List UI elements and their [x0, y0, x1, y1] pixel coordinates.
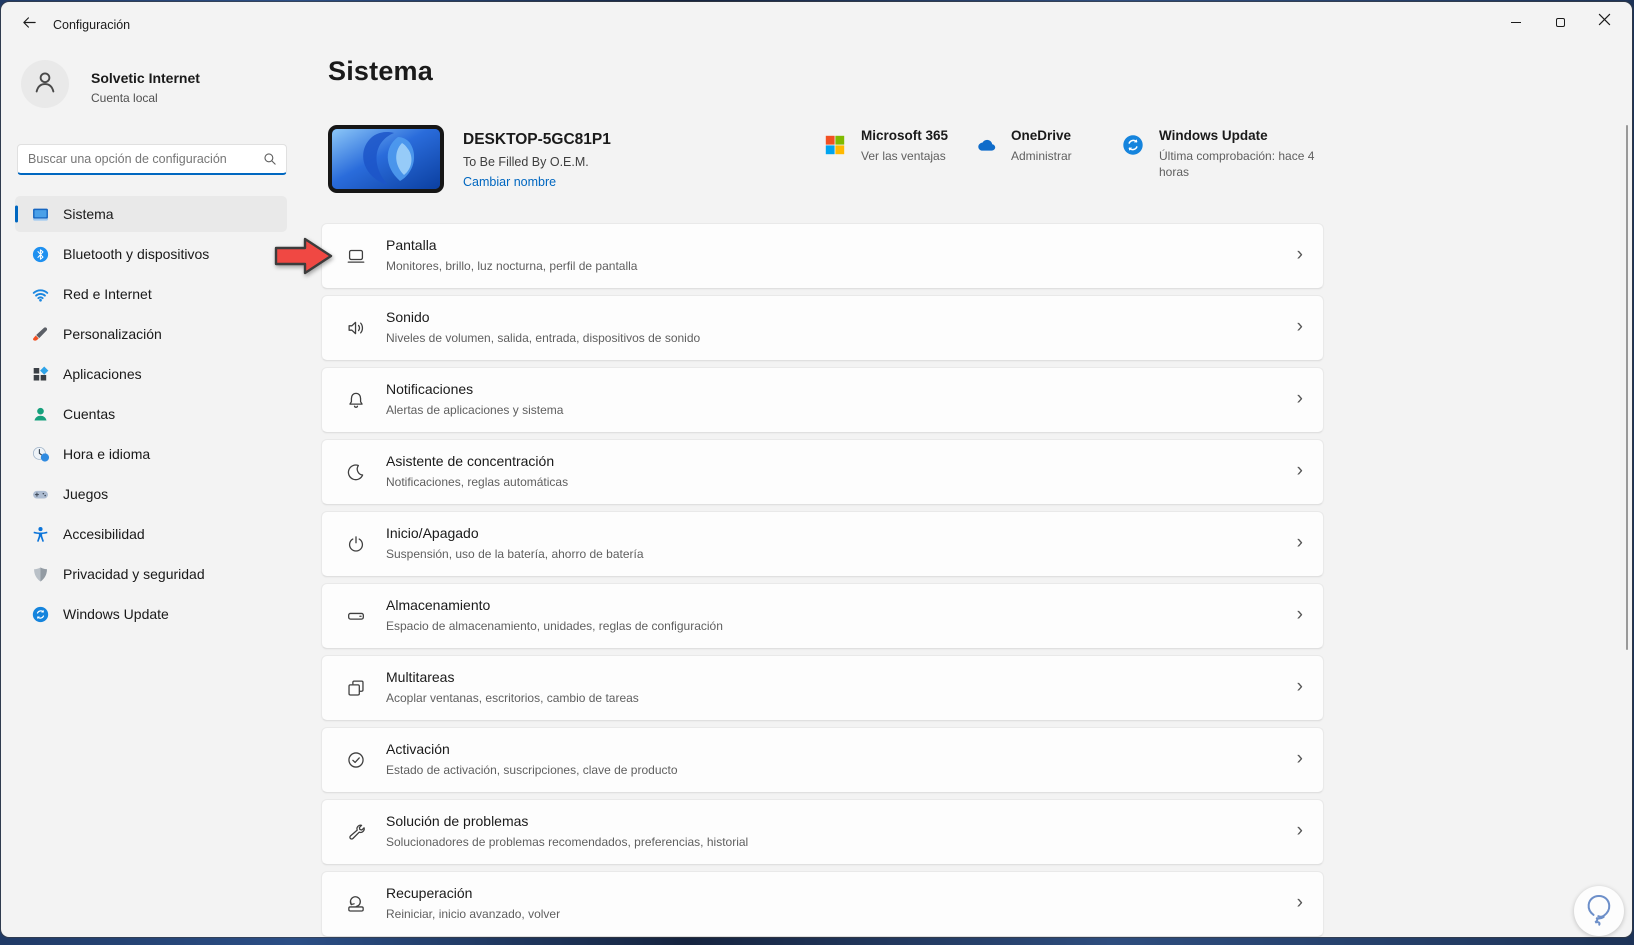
avatar [21, 60, 69, 108]
gaming-icon [31, 485, 50, 504]
search-input[interactable] [18, 145, 250, 172]
settings-row-almacenamiento[interactable]: Almacenamiento Espacio de almacenamiento… [321, 583, 1324, 649]
chevron-right-icon: › [1296, 748, 1303, 770]
vertical-scrollbar[interactable] [1626, 125, 1628, 650]
lightbulb-badge [1574, 886, 1624, 936]
titlebar: Configuración [1, 2, 1632, 48]
user-name: Solvetic Internet [91, 70, 200, 86]
windows-update-icon [1121, 133, 1145, 157]
power-icon [345, 533, 367, 555]
sidebar-item-red-internet[interactable]: Red e Internet [15, 276, 287, 312]
recovery-icon [345, 893, 367, 915]
sidebar-item-sistema[interactable]: Sistema [15, 196, 287, 232]
close-button[interactable] [1582, 6, 1626, 38]
chevron-right-icon: › [1296, 460, 1303, 482]
user-icon [30, 67, 60, 102]
system-icon [31, 205, 50, 224]
chevron-right-icon: › [1296, 316, 1303, 338]
accessibility-icon [31, 525, 50, 544]
focus-icon [345, 461, 367, 483]
promo-strip: Microsoft 365 Ver las ventajas OneDrive … [303, 128, 1632, 198]
chevron-right-icon: › [1296, 388, 1303, 410]
settings-row-multitareas[interactable]: Multitareas Acoplar ventanas, escritorio… [321, 655, 1324, 721]
close-icon [1598, 13, 1611, 31]
search-box[interactable] [17, 144, 287, 175]
accounts-icon [31, 405, 50, 424]
onedrive-icon [973, 133, 997, 157]
settings-row-activacion[interactable]: Activación Estado de activación, suscrip… [321, 727, 1324, 793]
bluetooth-icon [31, 245, 50, 264]
privacy-icon [31, 565, 50, 584]
settings-list: Pantalla Monitores, brillo, luz nocturna… [321, 223, 1324, 937]
maximize-icon [1555, 17, 1565, 27]
sidebar-item-hora-idioma[interactable]: Hora e idioma [15, 436, 287, 472]
personalization-icon [31, 325, 50, 344]
sidebar-item-cuentas[interactable]: Cuentas [15, 396, 287, 432]
chevron-right-icon: › [1296, 244, 1303, 266]
microsoft-365-icon [823, 133, 847, 157]
settings-row-pantalla[interactable]: Pantalla Monitores, brillo, luz nocturna… [321, 223, 1324, 289]
settings-window: Configuración Solvetic Internet Cuenta l… [1, 2, 1632, 937]
red-arrow-pointer [274, 235, 334, 277]
maximize-button[interactable] [1538, 6, 1582, 38]
user-account-type: Cuenta local [91, 91, 158, 105]
troubleshoot-icon [345, 821, 367, 843]
settings-row-notificaciones[interactable]: Notificaciones Alertas de aplicaciones y… [321, 367, 1324, 433]
chevron-right-icon: › [1296, 676, 1303, 698]
page-title: Sistema [328, 56, 433, 86]
chevron-right-icon: › [1296, 532, 1303, 554]
network-icon [31, 285, 50, 304]
chevron-right-icon: › [1296, 892, 1303, 914]
display-icon [345, 245, 367, 267]
sidebar-item-juegos[interactable]: Juegos [15, 476, 287, 512]
search-icon [262, 151, 278, 172]
sound-icon [345, 317, 367, 339]
window-title: Configuración [53, 18, 131, 32]
storage-icon [345, 605, 367, 627]
multitask-icon [345, 677, 367, 699]
time-language-icon [31, 445, 50, 464]
sidebar-item-aplicaciones[interactable]: Aplicaciones [15, 356, 287, 392]
settings-row-inicio-apagado[interactable]: Inicio/Apagado Suspensión, uso de la bat… [321, 511, 1324, 577]
back-button[interactable] [17, 13, 41, 37]
notifications-icon [345, 389, 367, 411]
sidebar-nav: Sistema Bluetooth y dispositivos Red e I… [15, 196, 289, 636]
settings-row-sonido[interactable]: Sonido Niveles de volumen, salida, entra… [321, 295, 1324, 361]
sidebar-item-accesibilidad[interactable]: Accesibilidad [15, 516, 287, 552]
sidebar-item-bluetooth[interactable]: Bluetooth y dispositivos [15, 236, 287, 272]
promo-onedrive-action[interactable]: Administrar [1011, 148, 1072, 164]
sidebar: Solvetic Internet Cuenta local Sistema B… [1, 48, 303, 937]
promo-windows-update-action: Última comprobación: hace 4 horas [1159, 149, 1315, 180]
windows-update-icon [31, 605, 50, 624]
settings-row-recuperacion[interactable]: Recuperación Reiniciar, inicio avanzado,… [321, 871, 1324, 937]
settings-row-asistente-concentracion[interactable]: Asistente de concentración Notificacione… [321, 439, 1324, 505]
apps-icon [31, 365, 50, 384]
settings-row-solucion-problemas[interactable]: Solución de problemas Solucionadores de … [321, 799, 1324, 865]
lightbulb-icon [1578, 888, 1620, 935]
main-content: Sistema DESKTOP-5GC81P1 To Be Filled By … [303, 48, 1632, 937]
back-arrow-icon [21, 14, 38, 36]
promo-microsoft-365-action[interactable]: Ver las ventajas [861, 148, 948, 164]
minimize-button[interactable] [1494, 6, 1538, 38]
chevron-right-icon: › [1296, 604, 1303, 626]
sidebar-item-windows-update[interactable]: Windows Update [15, 596, 287, 632]
activation-icon [345, 749, 367, 771]
chevron-right-icon: › [1296, 820, 1303, 842]
minimize-icon [1511, 21, 1521, 23]
sidebar-item-privacidad[interactable]: Privacidad y seguridad [15, 556, 287, 592]
sidebar-item-personalizacion[interactable]: Personalización [15, 316, 287, 352]
